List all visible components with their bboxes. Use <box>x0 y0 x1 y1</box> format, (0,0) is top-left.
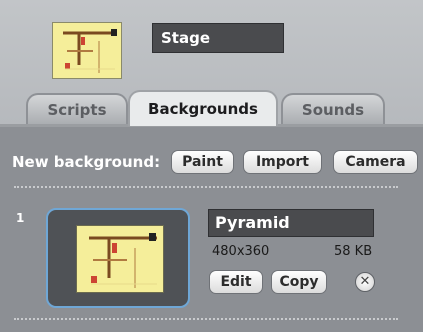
paint-button[interactable]: Paint <box>171 150 234 174</box>
edit-button[interactable]: Edit <box>209 270 263 294</box>
tab-backgrounds[interactable]: Backgrounds <box>128 90 278 126</box>
stage-thumbnail <box>52 22 122 79</box>
camera-button[interactable]: Camera <box>333 150 418 174</box>
stage-name-field[interactable]: Stage <box>152 23 284 53</box>
tab-scripts[interactable]: Scripts <box>26 93 128 125</box>
copy-button[interactable]: Copy <box>271 270 327 294</box>
background-name-field[interactable]: Pyramid <box>208 209 374 237</box>
import-button[interactable]: Import <box>243 150 322 174</box>
tab-sounds[interactable]: Sounds <box>281 93 385 125</box>
close-icon[interactable]: ✕ <box>355 272 375 292</box>
background-thumbnail <box>76 225 164 293</box>
divider <box>14 318 398 320</box>
divider <box>14 186 398 188</box>
background-thumbnail-frame[interactable] <box>46 208 190 308</box>
new-background-label: New background: <box>12 153 161 171</box>
background-index: 1 <box>16 211 25 225</box>
background-file-size: 58 KB <box>334 244 373 259</box>
background-dimensions: 480x360 <box>212 244 270 259</box>
